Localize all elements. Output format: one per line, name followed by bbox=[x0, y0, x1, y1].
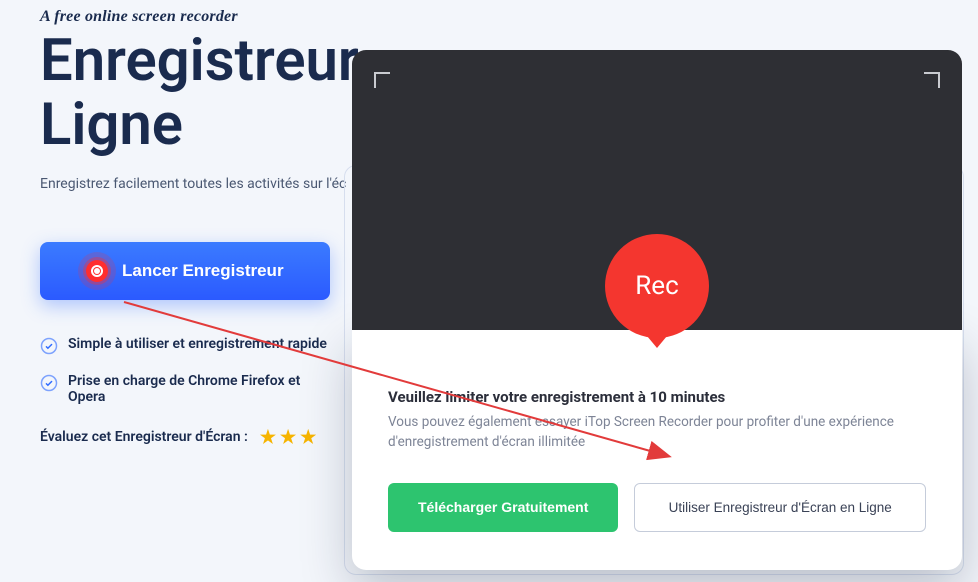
popup-title: Veuillez limiter votre enregistrement à … bbox=[388, 388, 926, 406]
check-icon bbox=[40, 337, 58, 355]
star-icon: ★ bbox=[300, 427, 316, 448]
record-button-label: Rec bbox=[635, 271, 678, 301]
check-icon bbox=[40, 374, 58, 392]
feature-label: Simple à utiliser et enregistrement rapi… bbox=[68, 336, 327, 352]
use-online-recorder-button[interactable]: Utiliser Enregistreur d'Écran en Ligne bbox=[634, 483, 926, 532]
star-icon: ★ bbox=[260, 427, 276, 448]
crop-corner-icon bbox=[924, 72, 940, 88]
feature-item: Prise en charge de Chrome Firefox et Ope… bbox=[40, 373, 340, 405]
rating-stars[interactable]: ★ ★ ★ bbox=[260, 427, 316, 448]
rating-label: Évaluez cet Enregistreur d'Écran : bbox=[40, 429, 248, 445]
feature-label: Prise en charge de Chrome Firefox et Ope… bbox=[68, 373, 340, 405]
crop-corner-icon bbox=[374, 72, 390, 88]
pointer-down-icon bbox=[647, 336, 667, 348]
screen-preview: Rec bbox=[352, 50, 962, 330]
launch-recorder-button[interactable]: Lancer Enregistreur bbox=[40, 242, 330, 300]
record-icon bbox=[86, 260, 108, 282]
popup-description: Vous pouvez également essayer iTop Scree… bbox=[388, 412, 926, 453]
launch-recorder-label: Lancer Enregistreur bbox=[122, 261, 284, 281]
hero-tagline: A free online screen recorder bbox=[40, 8, 938, 26]
star-icon: ★ bbox=[280, 427, 296, 448]
download-free-button[interactable]: Télécharger Gratuitement bbox=[388, 483, 618, 532]
feature-item: Simple à utiliser et enregistrement rapi… bbox=[40, 336, 340, 355]
record-button[interactable]: Rec bbox=[605, 234, 709, 338]
recorder-popup: Rec Veuillez limiter votre enregistremen… bbox=[352, 50, 962, 570]
hero-title-line2: Ligne bbox=[40, 91, 183, 159]
hero-title-line1: Enregistreur bbox=[40, 27, 359, 95]
